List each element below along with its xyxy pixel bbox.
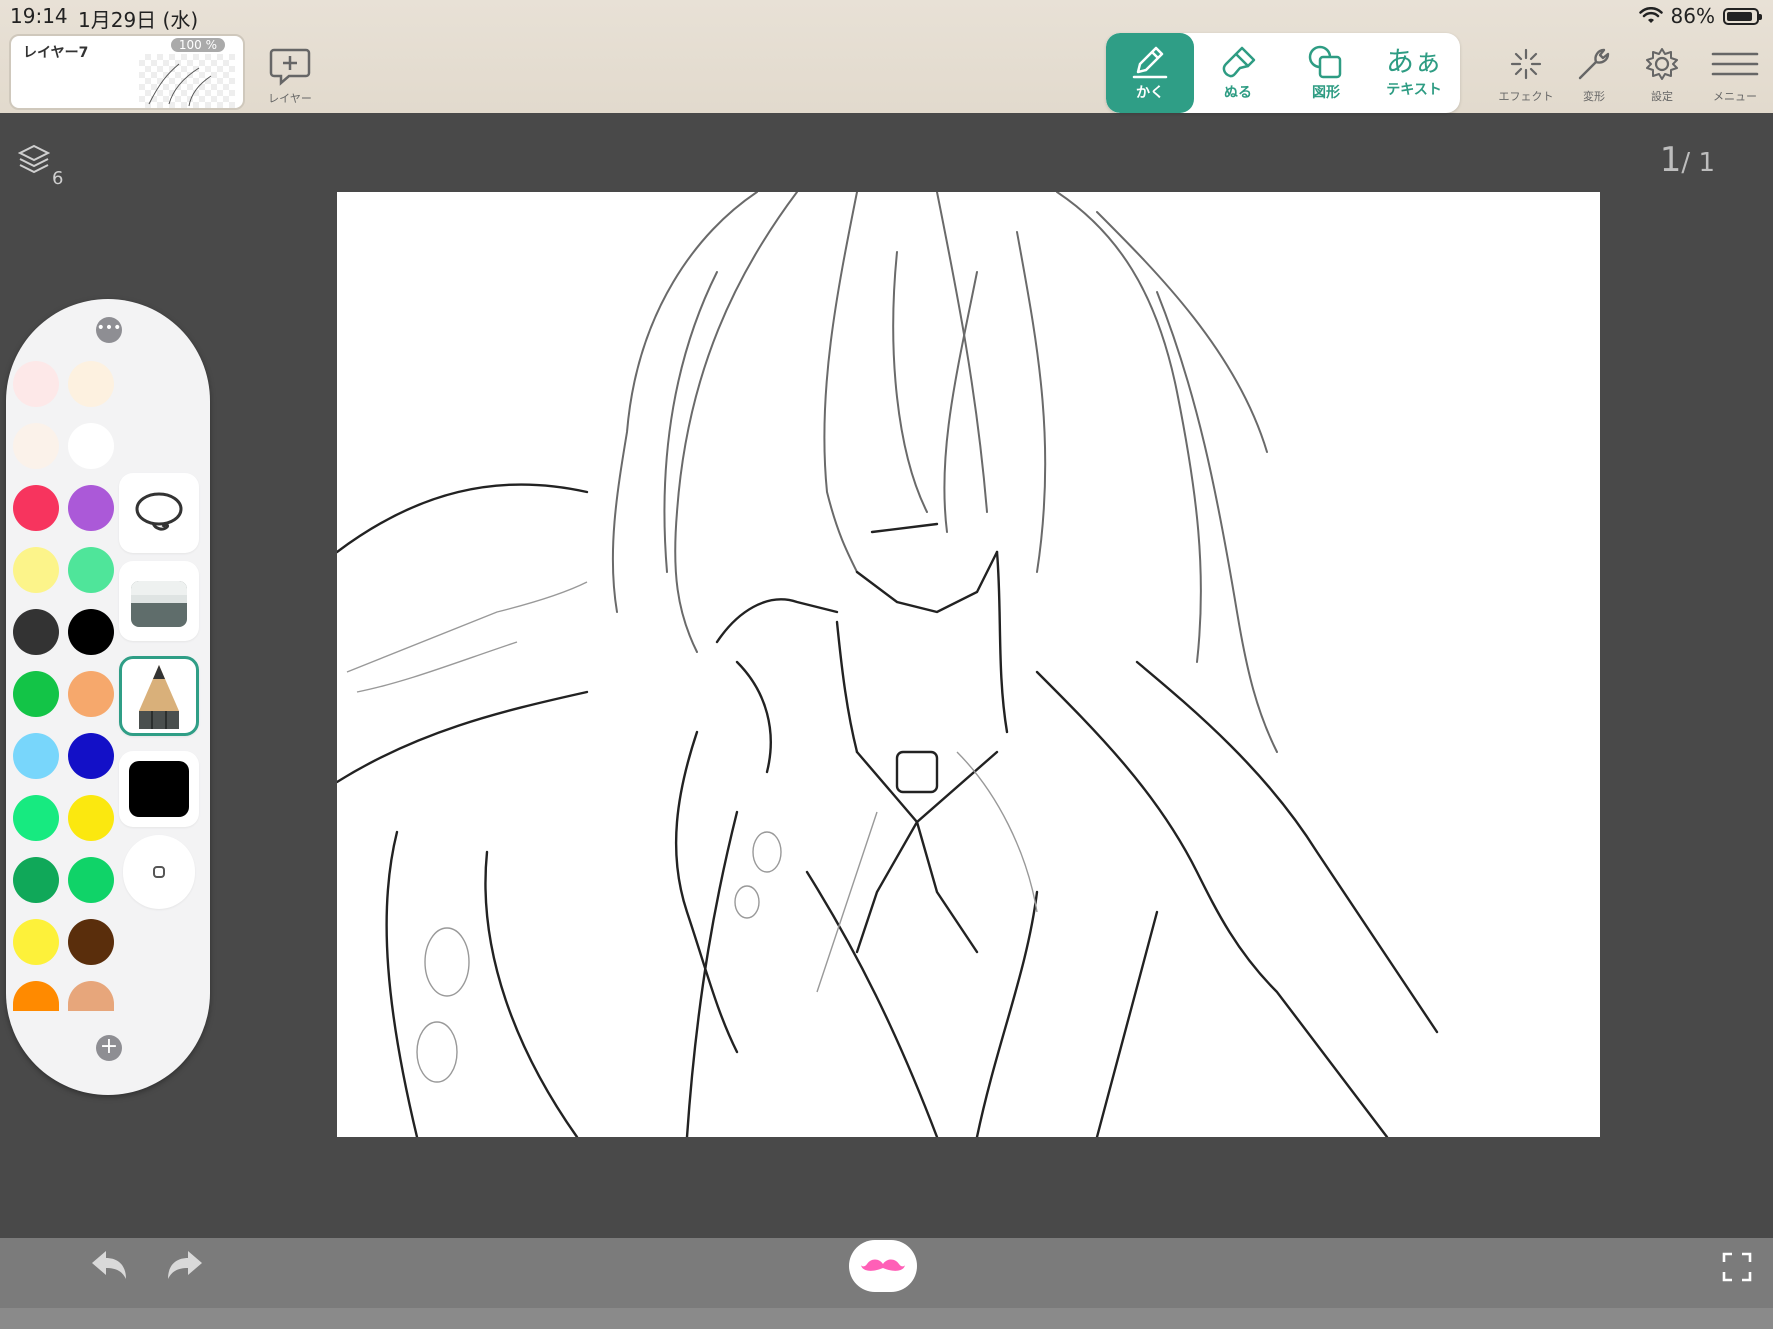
eraser-icon (131, 581, 187, 627)
tool-shape-label: 図形 (1312, 85, 1340, 101)
color-swatch[interactable] (13, 361, 59, 407)
color-swatch[interactable] (68, 361, 114, 407)
layer-name: レイヤー7 (23, 45, 89, 61)
effect-button[interactable]: エフェクト (1494, 46, 1558, 104)
color-swatch[interactable] (68, 733, 114, 779)
gear-icon (1646, 48, 1678, 80)
color-swatch[interactable] (68, 485, 114, 531)
status-indicators: 86% (1638, 4, 1762, 28)
color-swatch[interactable] (68, 981, 114, 1011)
color-swatch[interactable] (13, 485, 59, 531)
tool-text[interactable]: あぁ テキスト (1370, 33, 1458, 113)
brush-size-tool[interactable] (123, 835, 195, 909)
page-total: 1 (1698, 148, 1715, 178)
menu-icon (1711, 52, 1759, 76)
text-tool-icon: あぁ (1385, 45, 1442, 78)
current-color-swatch (129, 761, 189, 817)
effect-label: エフェクト (1498, 90, 1554, 103)
mustache-icon (861, 1259, 905, 1271)
bottom-strip (0, 1308, 1773, 1329)
color-swatch[interactable] (68, 671, 114, 717)
redo-icon (168, 1251, 202, 1279)
eraser-tool[interactable] (119, 561, 199, 641)
color-swatch[interactable] (68, 423, 114, 469)
brush-size-dot (153, 866, 165, 878)
color-swatch[interactable] (13, 981, 59, 1011)
color-swatch[interactable] (68, 795, 114, 841)
add-layer-icon (269, 48, 311, 86)
shape-icon (1308, 45, 1342, 79)
color-swatch[interactable] (13, 547, 59, 593)
battery-icon (1723, 7, 1762, 25)
color-swatch[interactable] (68, 857, 114, 903)
transform-label: 変形 (1583, 90, 1605, 103)
palette-more-button[interactable]: ••• (96, 317, 122, 343)
redo-button[interactable] (164, 1247, 206, 1287)
lasso-icon (135, 492, 183, 531)
tool-text-label: テキスト (1386, 82, 1442, 98)
layers-panel-button[interactable] (17, 144, 51, 182)
color-swatch[interactable] (13, 423, 59, 469)
lasso-tool[interactable] (119, 473, 199, 553)
settings-button[interactable]: 設定 (1630, 46, 1694, 104)
page-current: 1 (1659, 140, 1682, 180)
battery-percent: 86% (1670, 4, 1715, 28)
drawing-canvas[interactable] (337, 192, 1600, 1137)
drawing-tool-group: かく ぬる 図形 あぁ テキスト (1106, 33, 1460, 113)
color-swatch[interactable] (13, 795, 59, 841)
fullscreen-icon (1722, 1252, 1752, 1282)
pencil-icon (1132, 46, 1168, 79)
tool-fill-label: ぬる (1224, 85, 1252, 101)
tool-shape[interactable]: 図形 (1282, 33, 1370, 113)
sketch-artwork (337, 192, 1439, 1137)
pencil-icon (139, 665, 179, 729)
layers-count: 6 (52, 168, 64, 189)
color-swatch[interactable] (68, 547, 114, 593)
tool-draw-label: かく (1136, 85, 1164, 101)
page-indicator: 1/ 1 (1659, 140, 1715, 180)
undo-button[interactable] (88, 1247, 130, 1287)
paint-brush-icon (1222, 46, 1256, 78)
current-color-tool[interactable] (119, 751, 199, 827)
sparkle-icon (1510, 48, 1542, 80)
wifi-icon (1638, 7, 1663, 23)
add-layer-label: レイヤー (268, 92, 312, 105)
current-layer-thumbnail[interactable]: レイヤー7 100 % (9, 34, 245, 110)
color-swatch[interactable] (13, 671, 59, 717)
color-swatch[interactable] (13, 857, 59, 903)
tool-draw[interactable]: かく (1106, 33, 1194, 113)
undo-icon (92, 1251, 126, 1279)
quick-menu-button[interactable] (849, 1240, 917, 1292)
layer-opacity: 100 % (170, 38, 225, 52)
add-color-button[interactable]: + (96, 1035, 122, 1061)
color-swatch[interactable] (13, 919, 59, 965)
top-toolbar: 19:14 1月29日 (水) 86% レイヤー7 100 % レイヤー かく … (0, 0, 1773, 113)
color-swatch[interactable] (13, 609, 59, 655)
menu-button[interactable]: メニュー (1703, 46, 1767, 104)
add-layer-button[interactable]: レイヤー (262, 46, 318, 106)
transform-button[interactable]: 変形 (1562, 46, 1626, 104)
status-time: 19:14 (10, 4, 68, 28)
fullscreen-button[interactable] (1722, 1252, 1752, 1286)
wrench-icon (1578, 48, 1610, 80)
layers-icon (17, 144, 51, 174)
color-swatch[interactable] (68, 919, 114, 965)
menu-label: メニュー (1713, 90, 1757, 103)
color-swatch[interactable] (68, 609, 114, 655)
tool-fill[interactable]: ぬる (1194, 33, 1282, 113)
settings-label: 設定 (1651, 90, 1673, 103)
pencil-tool[interactable] (119, 656, 199, 736)
status-date: 1月29日 (水) (78, 8, 199, 32)
color-palette: ••• + (6, 299, 210, 1095)
color-swatch[interactable] (13, 733, 59, 779)
layer-preview (139, 54, 235, 108)
